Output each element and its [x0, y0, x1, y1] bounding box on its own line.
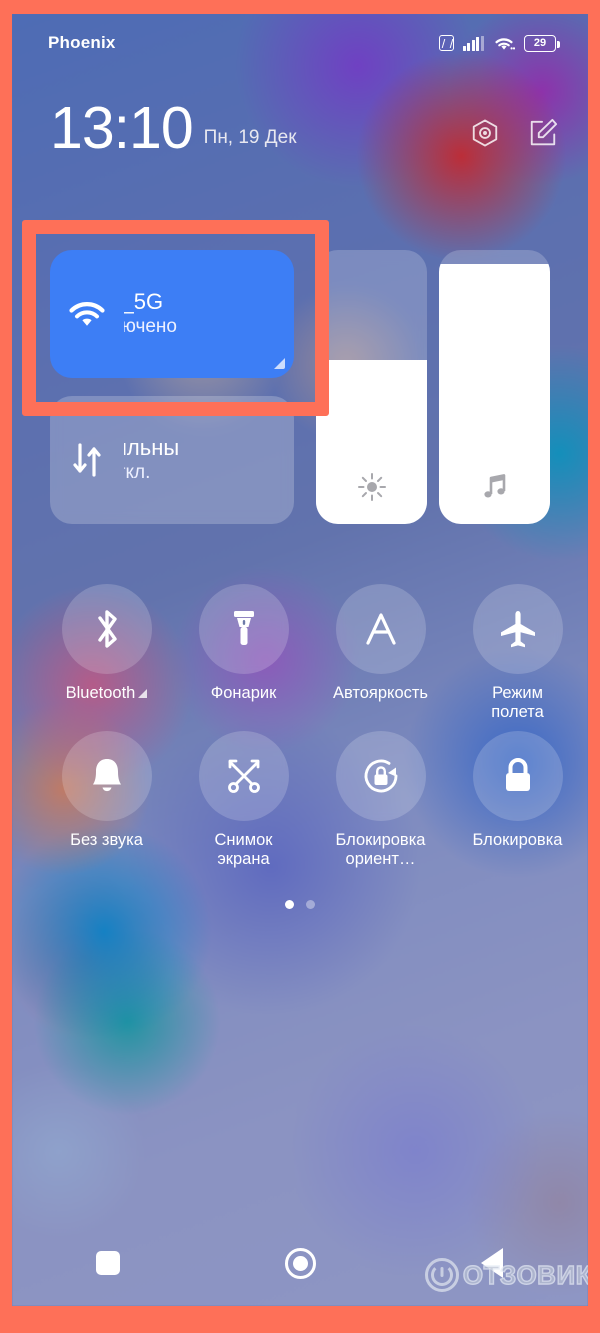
wifi-status-icon — [495, 37, 515, 50]
auto-brightness-icon — [335, 584, 426, 674]
toggle-bluetooth-label-wrap: Bluetooth — [55, 684, 159, 703]
bell-icon — [61, 730, 152, 821]
scissors-icon — [198, 730, 289, 821]
phone-screen: Phoenix 29 13:10 Пн, 19 Дек _5G ючено ль… — [12, 14, 588, 1306]
toggle-screenshot-label: Снимок экрана — [214, 830, 273, 869]
status-bar: Phoenix 29 — [12, 14, 588, 72]
flashlight-icon — [198, 584, 289, 674]
airplane-icon — [472, 584, 563, 674]
settings-hex-icon[interactable] — [470, 118, 500, 148]
otzovik-watermark: ОТЗОВИК — [424, 1258, 588, 1292]
clock-date: Пн, 19 Дек — [203, 127, 297, 148]
brightness-icon — [316, 472, 427, 502]
toggle-rotation-lock-label: Блокировка ориент… — [335, 830, 426, 869]
toggle-silent-label: Без звука — [70, 830, 143, 849]
nav-home-button[interactable] — [204, 1247, 396, 1279]
wifi-tile[interactable]: ra_5G ключено — [50, 250, 294, 378]
page-dot-1[interactable] — [285, 900, 294, 909]
bluetooth-icon — [61, 584, 152, 674]
status-bar-icons: 29 — [438, 34, 560, 52]
brightness-slider[interactable] — [316, 250, 427, 524]
edit-icon[interactable] — [528, 118, 558, 148]
toggle-flashlight-label: Фонарик — [210, 684, 277, 702]
toggle-flashlight[interactable]: Фонарик — [175, 584, 312, 723]
square-icon — [96, 1251, 120, 1275]
screenshot-frame: Phoenix 29 13:10 Пн, 19 Дек _5G ючено ль… — [0, 0, 600, 1333]
wifi-tile-text: ra_5G ключено — [124, 288, 187, 340]
clock-time: 13:10 — [50, 95, 194, 162]
wifi-tile-subtitle: ключено — [124, 316, 177, 338]
volume-slider[interactable] — [439, 250, 550, 524]
toggle-screen-lock-label: Блокировка — [472, 830, 563, 849]
music-note-icon — [439, 472, 550, 502]
toggle-airplane-mode-label: Режим полета — [491, 684, 544, 722]
toggle-screenshot[interactable]: Снимок экрана — [175, 730, 312, 870]
toggle-bluetooth[interactable]: Bluetooth — [38, 584, 175, 723]
battery-percent-label: 29 — [533, 36, 547, 49]
toggle-auto-brightness[interactable]: Автояркость — [312, 584, 449, 723]
wifi-tile-title: ra_5G — [124, 288, 164, 314]
toggle-airplane-mode[interactable]: Режим полета — [449, 584, 586, 723]
rotation-lock-icon — [335, 730, 426, 821]
quick-settings-toggle-grid: Bluetooth Фонарик Автояркость Режим поле… — [38, 584, 586, 870]
carrier-label: Phoenix — [48, 33, 116, 52]
mobile-data-tile-subtitle: Откл. — [124, 462, 151, 484]
toggle-screen-lock[interactable]: Блокировка — [449, 730, 586, 870]
battery-icon: 29 — [524, 34, 560, 52]
mobile-data-tile[interactable]: бильны Откл. — [50, 396, 294, 524]
quick-settings-big-tiles: ra_5G ключено бильны Откл. — [50, 250, 550, 534]
page-indicator-dots[interactable] — [12, 900, 588, 909]
power-circle-logo-icon — [424, 1258, 459, 1292]
wifi-tile-expand-icon[interactable] — [274, 358, 285, 369]
watermark-text: ОТЗОВИК — [462, 1259, 588, 1290]
page-dot-2[interactable] — [306, 900, 315, 909]
cellular-signal-icon — [462, 35, 484, 51]
mobile-data-tile-title: бильны — [124, 434, 180, 460]
toggle-bluetooth-label: Bluetooth — [65, 684, 136, 702]
nav-recents-button[interactable] — [12, 1251, 204, 1275]
clock-action-buttons — [470, 118, 558, 156]
wifi-icon — [50, 297, 124, 331]
clock-row: 13:10 Пн, 19 Дек — [12, 76, 588, 162]
toggle-auto-brightness-label: Автояркость — [332, 684, 429, 702]
circle-icon — [284, 1247, 316, 1279]
nfc-icon — [438, 35, 454, 51]
padlock-icon — [472, 730, 563, 821]
toggle-rotation-lock[interactable]: Блокировка ориент… — [312, 730, 449, 870]
bluetooth-expand-icon[interactable] — [138, 688, 148, 698]
mobile-data-icon — [50, 441, 124, 479]
mobile-data-tile-text: бильны Откл. — [124, 434, 189, 486]
toggle-silent[interactable]: Без звука — [38, 730, 175, 870]
